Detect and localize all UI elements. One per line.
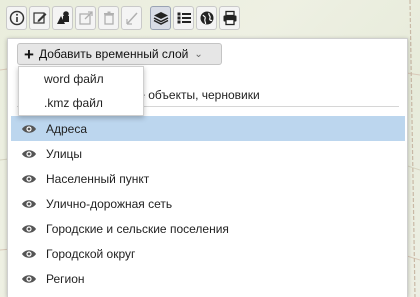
eye-icon[interactable] (21, 148, 37, 160)
external-link-icon (78, 11, 93, 25)
plus-icon: + (24, 44, 34, 64)
trash-icon (103, 11, 114, 25)
layer-label: Улично-дорожная сеть (46, 196, 173, 211)
basemap-button[interactable] (196, 6, 217, 30)
dropdown-option-word[interactable]: word файл (19, 67, 143, 91)
layer-label: Регион (46, 271, 85, 286)
add-layer-label: Добавить временный слой (38, 47, 189, 61)
map-toolbar (6, 6, 240, 34)
eye-icon[interactable] (21, 273, 37, 285)
edit-icon (32, 12, 46, 24)
layer-item[interactable]: Населенный пункт (11, 166, 405, 191)
layer-item[interactable]: Улично-дорожная сеть (11, 191, 405, 216)
layers-icon (153, 12, 168, 25)
layer-item[interactable]: Регион (11, 266, 405, 291)
chevron-down-icon: ⌄ (194, 48, 203, 60)
shapes-button[interactable] (52, 6, 73, 30)
edit-button[interactable] (29, 6, 50, 30)
delete-button[interactable] (98, 6, 119, 30)
layer-label: Городской округ (46, 246, 136, 261)
info-button[interactable] (6, 6, 27, 30)
layer-label: Улицы (46, 146, 83, 161)
layer-item[interactable]: Городской округ (11, 241, 405, 266)
add-layer-dropdown: word файл .kmz файл (18, 66, 144, 116)
layer-item[interactable]: Адреса (11, 116, 405, 141)
open-external-button[interactable] (75, 6, 96, 30)
eye-icon[interactable] (21, 223, 37, 235)
eye-icon[interactable] (21, 173, 37, 185)
print-icon (223, 10, 236, 26)
eye-icon[interactable] (21, 198, 37, 210)
layer-list: Адреса Улицы Населенный пункт Улично-дорожн… (11, 116, 405, 291)
info-icon (9, 10, 24, 26)
dropdown-option-kmz[interactable]: .kmz файл (19, 91, 143, 115)
add-temporary-layer-button[interactable]: + Добавить временный слой ⌄ (17, 43, 222, 65)
globe-icon (200, 11, 213, 25)
shapes-icon (56, 11, 69, 24)
list-icon (177, 12, 191, 24)
layer-label: Городские и сельские поселения (46, 221, 229, 236)
layer-item[interactable]: Улицы (11, 141, 405, 166)
eye-icon[interactable] (21, 123, 37, 135)
layer-label: Адреса (46, 121, 88, 136)
measure-icon (125, 12, 138, 25)
layers-button[interactable] (150, 6, 171, 30)
legend-list-button[interactable] (173, 6, 194, 30)
layer-label: Населенный пункт (46, 171, 150, 186)
toolbar-separator (144, 6, 148, 34)
layers-panel: + Добавить временный слой ⌄ ные объекты,… (7, 38, 408, 297)
eye-icon[interactable] (21, 248, 37, 260)
measure-button[interactable] (121, 6, 142, 30)
layer-item[interactable]: Городские и сельские поселения (11, 216, 405, 241)
print-button[interactable] (219, 6, 240, 30)
